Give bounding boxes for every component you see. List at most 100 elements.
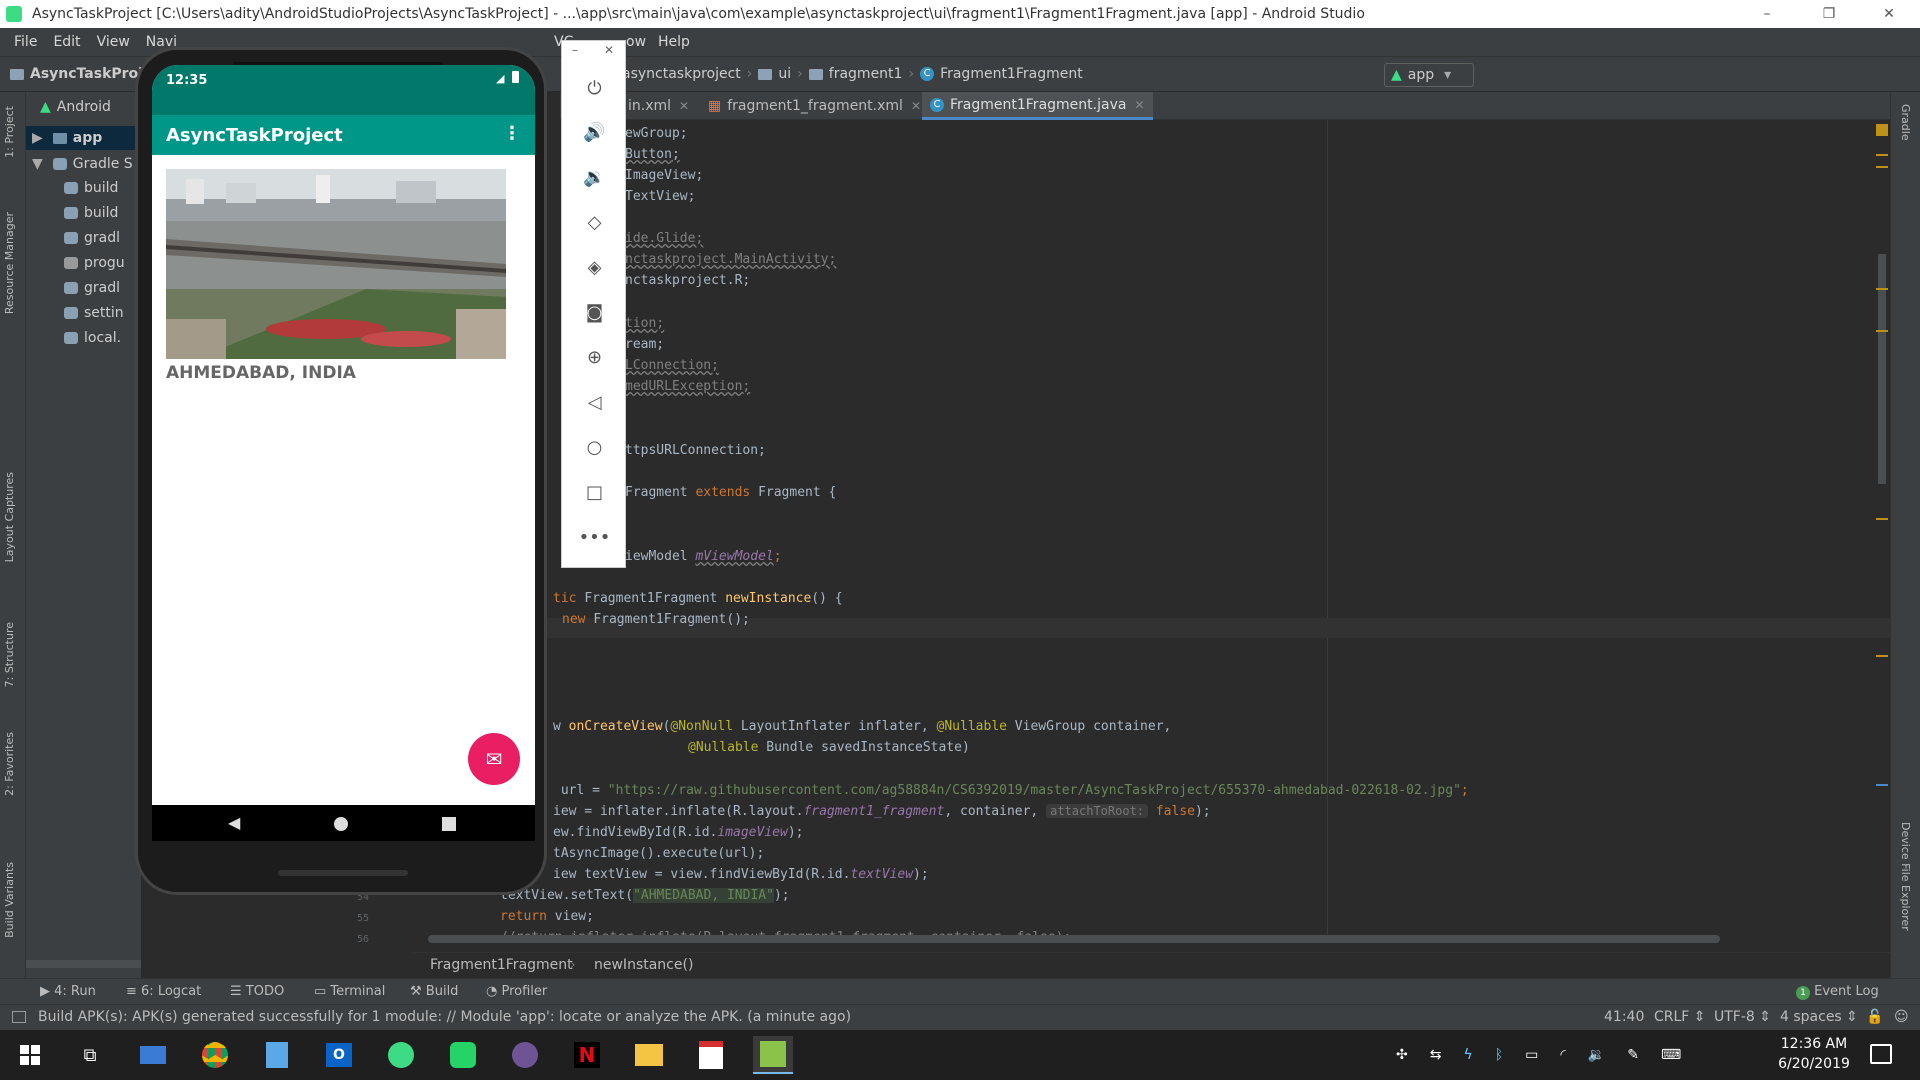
netflix-icon[interactable]: N bbox=[567, 1036, 607, 1074]
battery-icon[interactable]: ▭ bbox=[1525, 1047, 1538, 1063]
dropbox-icon[interactable]: ✣ bbox=[1396, 1047, 1408, 1063]
tree-item[interactable]: gradl bbox=[26, 228, 120, 248]
wifi-icon[interactable]: ◜ bbox=[1560, 1047, 1565, 1063]
whatsapp-icon[interactable] bbox=[443, 1036, 483, 1074]
acrobat-icon[interactable] bbox=[691, 1036, 731, 1074]
menu-file[interactable]: File bbox=[14, 34, 37, 50]
panel-toggle-icon[interactable] bbox=[12, 1011, 26, 1023]
bluetooth-icon[interactable]: ᛒ bbox=[1495, 1047, 1503, 1063]
tool-logcat[interactable]: ≡ 6: Logcat bbox=[126, 984, 201, 999]
indent-setting[interactable]: 4 spaces ⇕ bbox=[1780, 1009, 1858, 1025]
restore-button[interactable]: ❐ bbox=[1806, 0, 1852, 28]
overview-icon[interactable]: □ bbox=[562, 477, 627, 507]
screenshot-camera-icon[interactable]: ◙ bbox=[562, 297, 627, 327]
power-icon[interactable]: ⏻ bbox=[562, 73, 627, 103]
tool-tab-layout-captures[interactable]: Layout Captures bbox=[3, 472, 16, 562]
tool-profiler[interactable]: ◔ Profiler bbox=[486, 984, 547, 999]
back-icon[interactable]: ◁ bbox=[562, 387, 627, 417]
tree-item-gradle-scripts[interactable]: ▼ Gradle S bbox=[26, 154, 133, 174]
rotate-right-icon[interactable]: ◈ bbox=[562, 252, 627, 282]
tool-tab-device-file-explorer[interactable]: Device File Explorer bbox=[1899, 822, 1912, 931]
clock[interactable]: 12:36 AM 6/20/2019 bbox=[1774, 1034, 1854, 1074]
tool-tab-structure[interactable]: 7: Structure bbox=[3, 622, 16, 687]
close-icon[interactable]: ✕ bbox=[1134, 98, 1144, 112]
tree-item[interactable]: local. bbox=[26, 328, 121, 348]
tool-tab-favorites[interactable]: 2: Favorites bbox=[3, 732, 16, 796]
emulator-taskbar-icon[interactable] bbox=[753, 1036, 793, 1074]
tree-item-app[interactable]: ▶ app bbox=[26, 126, 141, 150]
breadcrumb-method[interactable]: newInstance() bbox=[594, 957, 693, 973]
breadcrumb-class[interactable]: Fragment1Fragment bbox=[940, 66, 1083, 82]
tree-item[interactable]: build bbox=[26, 203, 118, 223]
windows-start-icon[interactable] bbox=[10, 1036, 50, 1074]
tool-event-log[interactable]: 1 Event Log bbox=[1796, 984, 1879, 1000]
tab-fragment1-java[interactable]: C Fragment1Fragment.java ✕ bbox=[922, 92, 1153, 120]
breadcrumb-ui[interactable]: ui bbox=[778, 66, 791, 82]
fab-email-button[interactable]: ✉ bbox=[468, 733, 520, 785]
outlook-icon[interactable]: O bbox=[319, 1036, 359, 1074]
tool-terminal[interactable]: ▭ Terminal bbox=[314, 984, 385, 999]
file-encoding[interactable]: UTF-8 ⇕ bbox=[1714, 1009, 1771, 1025]
rotate-left-icon[interactable]: ◇ bbox=[562, 207, 627, 237]
horizontal-scrollbar[interactable] bbox=[428, 935, 1720, 943]
tool-tab-resource-manager[interactable]: Resource Manager bbox=[3, 212, 16, 314]
warning-marker[interactable] bbox=[1876, 154, 1888, 156]
menu-window[interactable]: ow bbox=[626, 34, 646, 50]
close-window-button[interactable]: ✕ bbox=[1866, 0, 1912, 28]
pen-icon[interactable]: ✎ bbox=[1627, 1047, 1639, 1063]
tool-run[interactable]: ▶ 4: Run bbox=[40, 984, 96, 999]
minimize-button[interactable]: – bbox=[1744, 0, 1790, 28]
menu-view[interactable]: View bbox=[97, 34, 130, 50]
close-icon[interactable]: ✕ bbox=[604, 43, 614, 57]
more-icon[interactable]: ••• bbox=[562, 522, 627, 552]
tool-todo[interactable]: ☰ TODO bbox=[230, 984, 284, 999]
lock-icon[interactable]: 🔓 bbox=[1866, 1009, 1883, 1025]
tool-tab-build-variants[interactable]: Build Variants bbox=[3, 862, 16, 938]
home-icon[interactable]: ○ bbox=[562, 432, 627, 462]
tool-tab-project[interactable]: 1: Project bbox=[3, 106, 16, 158]
change-marker[interactable] bbox=[1876, 784, 1888, 786]
menu-edit[interactable]: Edit bbox=[53, 34, 80, 50]
menu-help[interactable]: Help bbox=[658, 34, 690, 50]
android-studio-icon[interactable] bbox=[381, 1036, 421, 1074]
desktop-app-icon[interactable] bbox=[133, 1036, 173, 1074]
breadcrumb-fragment1[interactable]: fragment1 bbox=[829, 66, 903, 82]
warning-marker[interactable] bbox=[1876, 166, 1888, 168]
tree-item[interactable]: gradl bbox=[26, 278, 120, 298]
run-config-select[interactable]: ▲ app ▾ bbox=[1384, 63, 1474, 87]
close-icon[interactable]: ✕ bbox=[679, 99, 689, 113]
task-view-icon[interactable]: ⧉ bbox=[70, 1036, 110, 1074]
close-icon[interactable]: ✕ bbox=[911, 99, 921, 113]
line-separator[interactable]: CRLF ⇕ bbox=[1654, 1009, 1706, 1025]
caret-position[interactable]: 41:40 bbox=[1604, 1009, 1644, 1025]
volume-icon[interactable]: 🔉 bbox=[1588, 1047, 1605, 1063]
file-explorer-icon[interactable] bbox=[629, 1036, 669, 1074]
action-center-icon[interactable] bbox=[1870, 1044, 1892, 1064]
tab-main-xml[interactable]: in.xml ✕ bbox=[620, 92, 697, 120]
notepad-icon[interactable] bbox=[257, 1036, 297, 1074]
tool-tab-gradle[interactable]: Gradle bbox=[1899, 104, 1912, 141]
warning-marker[interactable] bbox=[1876, 655, 1888, 657]
warning-indicator-icon[interactable] bbox=[1876, 124, 1888, 136]
minimize-icon[interactable]: – bbox=[572, 43, 578, 57]
volume-up-icon[interactable]: 🔊 bbox=[562, 117, 627, 147]
project-view-select[interactable]: ▲ Android bbox=[26, 92, 141, 122]
power-manager-icon[interactable]: ϟ bbox=[1463, 1047, 1472, 1063]
network-drive-icon[interactable]: ⇆ bbox=[1430, 1047, 1442, 1063]
home-icon[interactable] bbox=[334, 817, 348, 831]
inspector-icon[interactable]: ☺ bbox=[1894, 1009, 1909, 1025]
breadcrumb-class[interactable]: Fragment1Fragment bbox=[430, 957, 573, 973]
chrome-icon[interactable] bbox=[195, 1036, 235, 1074]
breadcrumb-package[interactable]: asynctaskproject bbox=[622, 66, 741, 82]
overflow-menu-icon[interactable]: ⋮ bbox=[503, 123, 521, 144]
phone-screen[interactable]: 12:35 ◢ AsyncTaskProject ⋮ AHMEDABAD, IN… bbox=[152, 65, 535, 805]
back-icon[interactable]: ◀ bbox=[228, 813, 240, 832]
github-icon[interactable] bbox=[505, 1036, 545, 1074]
tab-fragment1-xml[interactable]: ▦ fragment1_fragment.xml ✕ bbox=[700, 92, 929, 120]
breadcrumb-project[interactable]: AsyncTaskProj bbox=[10, 66, 143, 82]
tree-item[interactable]: settin bbox=[26, 303, 124, 323]
recents-icon[interactable] bbox=[442, 817, 456, 831]
volume-down-icon[interactable]: 🔉 bbox=[562, 162, 627, 192]
tool-build[interactable]: ⚒ Build bbox=[410, 984, 458, 999]
warning-marker[interactable] bbox=[1876, 288, 1888, 290]
